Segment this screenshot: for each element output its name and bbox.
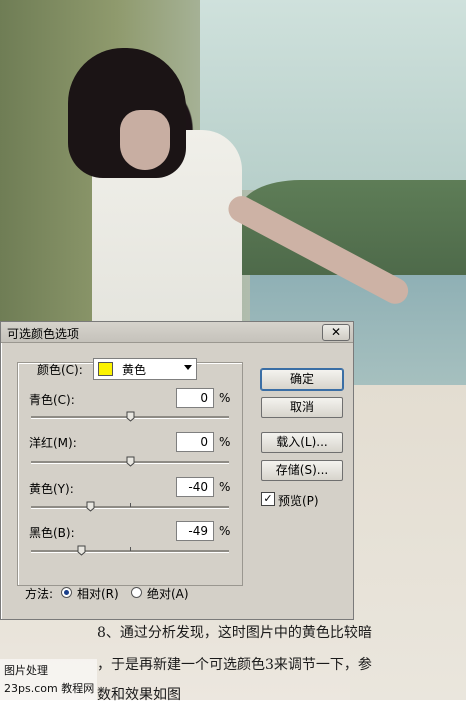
- colors-select[interactable]: 黄色: [93, 358, 197, 380]
- dialog-titlebar[interactable]: 可选颜色选项 ✕: [1, 322, 353, 343]
- cyan-slider-thumb[interactable]: [126, 411, 135, 422]
- black-value-input[interactable]: -49: [176, 521, 214, 541]
- yellow-slider-center-tick: [130, 503, 131, 507]
- magenta-label: 洋红(M):: [29, 436, 77, 450]
- beach-sand: [350, 385, 466, 700]
- black-slider-thumb[interactable]: [77, 545, 86, 556]
- ok-button[interactable]: 确定: [260, 368, 344, 391]
- watermark-line-2: 23ps.com 教程网: [4, 682, 95, 695]
- colors-selected-value: 黄色: [122, 363, 147, 377]
- chevron-down-icon: [184, 365, 192, 370]
- relative-radio[interactable]: [61, 587, 72, 598]
- caption-line-2: ，于是再新建一个可选颜色3来调节一下，参: [97, 657, 372, 673]
- magenta-slider-thumb[interactable]: [126, 456, 135, 467]
- dialog-title: 可选颜色选项: [7, 327, 80, 341]
- close-icon: ✕: [330, 325, 342, 339]
- yellow-value-input[interactable]: -40: [176, 477, 214, 497]
- magenta-percent: %: [219, 435, 231, 449]
- save-button[interactable]: 存储(S)...: [261, 460, 343, 481]
- close-button[interactable]: ✕: [322, 324, 350, 341]
- caption-line-1: 8、通过分析发现，这时图片中的黄色比较暗: [97, 625, 372, 641]
- selective-color-dialog: 可选颜色选项 ✕ 颜色(C): 黄色 青色(C): 0 % 洋红(M): 0 %…: [0, 321, 354, 620]
- colors-label: 颜色(C):: [37, 363, 83, 377]
- cancel-button[interactable]: 取消: [261, 397, 343, 418]
- yellow-label: 黄色(Y):: [29, 482, 74, 496]
- cyan-label: 青色(C):: [29, 393, 75, 407]
- black-percent: %: [219, 524, 231, 538]
- magenta-value-input[interactable]: 0: [176, 432, 214, 452]
- girl-face: [120, 110, 170, 170]
- preview-label: 预览(P): [278, 494, 319, 508]
- checkmark-icon: ✓: [263, 492, 273, 505]
- cyan-value-input[interactable]: 0: [176, 388, 214, 408]
- relative-label: 相对(R): [77, 587, 119, 601]
- load-button[interactable]: 载入(L)...: [261, 432, 343, 453]
- caption-line-3: 数和效果如图: [97, 687, 181, 703]
- watermark-line-1: 图片处理: [4, 664, 48, 677]
- color-swatch: [98, 362, 113, 376]
- radio-selected-icon: [64, 590, 69, 595]
- yellow-percent: %: [219, 480, 231, 494]
- preview-checkbox[interactable]: ✓: [261, 492, 275, 506]
- method-label: 方法:: [25, 587, 54, 601]
- black-slider-center-tick: [130, 547, 131, 551]
- yellow-slider-thumb[interactable]: [86, 501, 95, 512]
- cyan-percent: %: [219, 391, 231, 405]
- absolute-label: 绝对(A): [147, 587, 189, 601]
- absolute-radio[interactable]: [131, 587, 142, 598]
- black-label: 黑色(B):: [29, 526, 75, 540]
